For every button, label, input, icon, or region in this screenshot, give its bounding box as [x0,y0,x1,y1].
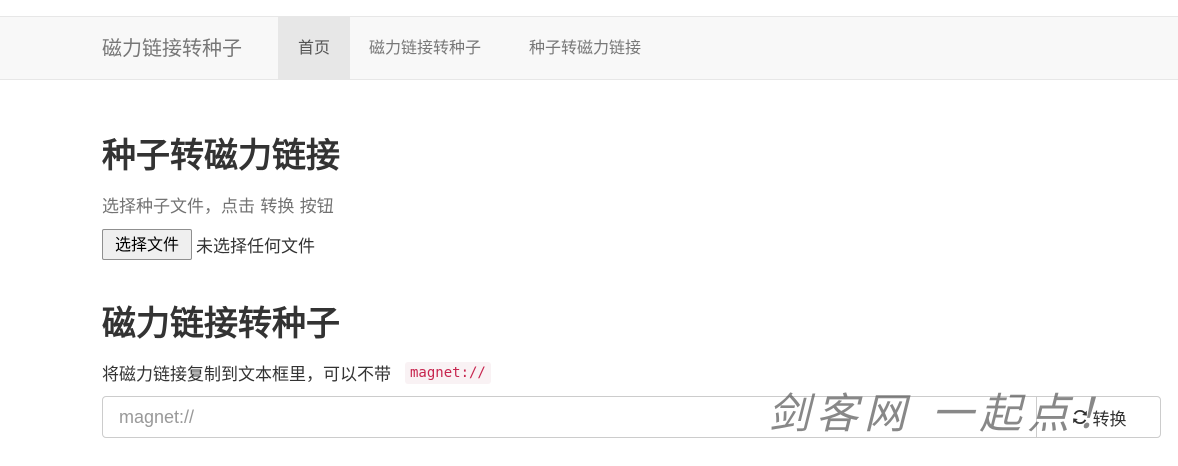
magnet-description: 将磁力链接复制到文本框里，可以不带 [102,365,391,385]
torrent-help-text: 选择种子文件，点击 转换 按钮 [102,197,334,217]
navbar: 磁力链接转种子 首页 磁力链接转种子 种子转磁力链接 [0,16,1178,80]
convert-button-label: 转换 [1092,409,1127,430]
magnet-input-group: 转换 [102,396,1161,438]
navbar-brand[interactable]: 磁力链接转种子 [102,17,242,79]
torrent-to-magnet-heading: 种子转磁力链接 [102,136,340,176]
choose-file-button[interactable]: 选择文件 [102,229,192,260]
file-status-text: 未选择任何文件 [196,237,315,257]
magnet-to-torrent-heading: 磁力链接转种子 [102,304,340,344]
refresh-icon [1072,410,1087,424]
magnet-code-hint: magnet:// [405,362,491,384]
magnet-input[interactable] [102,396,1037,438]
nav-item-torrent-to-magnet[interactable]: 种子转磁力链接 [529,17,641,79]
nav-item-home[interactable]: 首页 [278,17,350,79]
nav-item-magnet-to-torrent[interactable]: 磁力链接转种子 [369,17,481,79]
convert-button[interactable]: 转换 [1036,396,1161,438]
